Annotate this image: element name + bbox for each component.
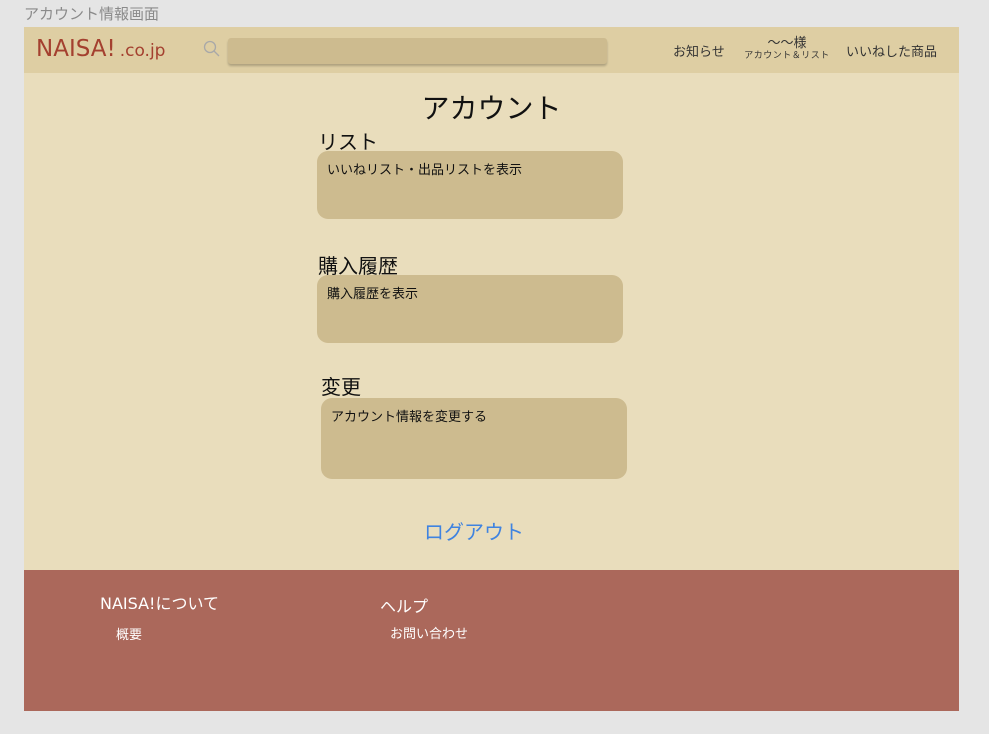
site-logo[interactable]: NAISA! .co.jp [36, 36, 165, 62]
footer-contact-link[interactable]: お問い合わせ [390, 623, 468, 642]
account-name: 〜〜様 [767, 36, 807, 51]
change-account-card-text: アカウント情報を変更する [331, 410, 488, 425]
artboard-title: アカウント情報画面 [24, 5, 160, 23]
purchase-history-card[interactable]: 購入履歴を表示 [317, 275, 623, 343]
purchase-history-card-text: 購入履歴を表示 [327, 287, 419, 302]
page-title: アカウント [421, 92, 562, 125]
logout-link[interactable]: ログアウト [24, 516, 924, 545]
change-account-card[interactable]: アカウント情報を変更する [321, 398, 627, 479]
nav-account-menu[interactable]: 〜〜様 アカウント＆リスト [739, 37, 835, 61]
site-footer: NAISA!について 概要 ヘルプ お問い合わせ [24, 570, 959, 711]
logo-main: NAISA! [36, 36, 116, 62]
nav-news-link[interactable]: お知らせ [673, 41, 725, 60]
nav-liked-items-link[interactable]: いいねした商品 [846, 41, 937, 60]
logo-tld: .co.jp [119, 41, 166, 61]
search-icon[interactable] [202, 39, 222, 59]
list-card[interactable]: いいねリスト・出品リストを表示 [317, 151, 623, 219]
search-input[interactable] [228, 38, 607, 64]
footer-help-heading: ヘルプ [380, 597, 429, 616]
footer-overview-link[interactable]: 概要 [116, 624, 142, 643]
section-heading-change: 変更 [321, 375, 361, 399]
account-page: NAISA! .co.jp お知らせ 〜〜様 アカウント＆リスト いいねした商品 … [24, 27, 959, 711]
footer-about-heading: NAISA!について [100, 594, 219, 613]
site-header: NAISA! .co.jp お知らせ 〜〜様 アカウント＆リスト いいねした商品 [24, 27, 959, 73]
list-card-text: いいねリスト・出品リストを表示 [327, 163, 523, 178]
account-subtitle: アカウント＆リスト [744, 51, 830, 61]
